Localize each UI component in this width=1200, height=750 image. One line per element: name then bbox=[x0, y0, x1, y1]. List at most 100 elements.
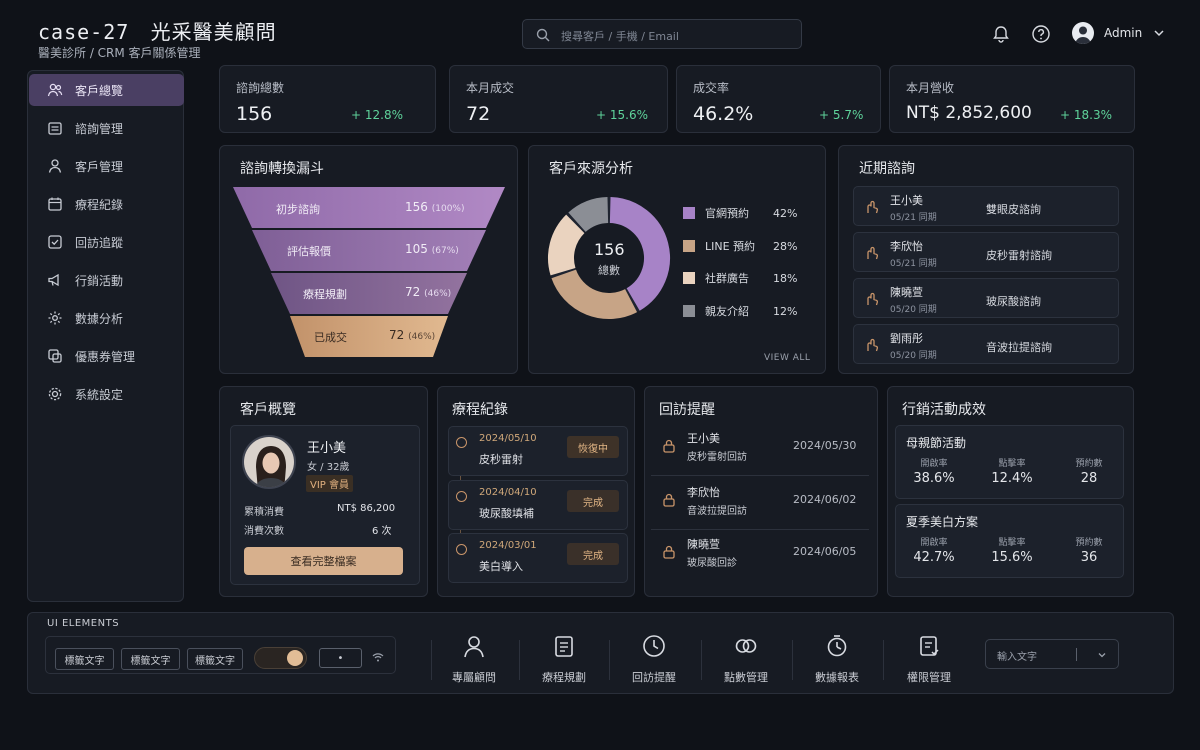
plan-icon bbox=[551, 633, 577, 659]
legend-swatch bbox=[683, 207, 695, 219]
visits-label: 消費次數 bbox=[244, 526, 284, 537]
legend-swatch bbox=[683, 305, 695, 317]
panel-title: 諮詢轉換漏斗 bbox=[240, 161, 324, 177]
sidebar-item-label: 行銷活動 bbox=[75, 273, 124, 288]
customer-name: 王小美 bbox=[307, 441, 347, 456]
funnel-label: 療程規劃 bbox=[303, 288, 347, 301]
timeline-dot bbox=[456, 544, 467, 555]
sidebar: 客戶總覽 諮詢管理 客戶管理 療程紀錄 回訪追蹤 行銷活動 數據分析 優惠券管理… bbox=[27, 70, 184, 602]
wifi-icon[interactable] bbox=[372, 652, 384, 662]
status-badge: 完成 bbox=[567, 543, 619, 565]
divider bbox=[792, 640, 793, 680]
toggle-switch[interactable] bbox=[254, 647, 307, 669]
list-item[interactable]: 2024/05/10 皮秒雷射 恢復中 bbox=[448, 426, 628, 476]
sidebar-item-customers[interactable]: 客戶管理 bbox=[29, 150, 184, 182]
campaign-card[interactable]: 母親節活動 開啟率 38.6% 點擊率 12.4% 預約數 28 bbox=[895, 425, 1124, 499]
sidebar-item-treatments[interactable]: 療程紀錄 bbox=[29, 188, 184, 220]
list-item[interactable]: 陳曉萱 玻尿酸回診 2024/06/05 bbox=[651, 530, 869, 582]
sidebar-item-analytics[interactable]: 數據分析 bbox=[29, 302, 184, 334]
kpi-change: + 15.6% bbox=[596, 108, 648, 122]
status-badge: 恢復中 bbox=[567, 436, 619, 458]
check-square-icon bbox=[47, 234, 63, 250]
tag-chip[interactable]: 標籤文字 bbox=[121, 648, 180, 670]
quick-action-points[interactable]: 點數管理 bbox=[706, 633, 786, 685]
search-input[interactable]: 搜尋客戶 / 手機 / Email bbox=[522, 19, 802, 49]
input-divider bbox=[1076, 648, 1077, 661]
quick-action-plan[interactable]: 療程規劃 bbox=[524, 633, 604, 685]
donut-segment-2 bbox=[551, 269, 638, 319]
tag-chip[interactable]: 標籤文字 bbox=[187, 648, 243, 670]
kpi-label: 諮詢總數 bbox=[236, 81, 285, 95]
sidebar-item-label: 回訪追蹤 bbox=[75, 235, 124, 250]
sidebar-item-followup[interactable]: 回訪追蹤 bbox=[29, 226, 184, 258]
calendar-list-icon bbox=[47, 120, 63, 136]
divider bbox=[431, 640, 432, 680]
search-placeholder: 搜尋客戶 / 手機 / Email bbox=[561, 30, 679, 43]
panel-title: 療程紀錄 bbox=[452, 402, 508, 418]
hand-icon bbox=[864, 291, 880, 307]
brand-code: case-27 bbox=[38, 20, 130, 44]
sidebar-item-customer-overview[interactable]: 客戶總覽 bbox=[29, 74, 184, 106]
visits-value: 6 次 bbox=[372, 526, 392, 537]
text-input[interactable]: 輸入文字 bbox=[985, 639, 1119, 669]
list-item[interactable]: 2024/04/10 玻尿酸填補 完成 bbox=[448, 480, 628, 530]
sidebar-item-consultation[interactable]: 諮詢管理 bbox=[29, 112, 184, 144]
donut-center-value: 156 bbox=[594, 240, 625, 259]
sidebar-item-marketing[interactable]: 行銷活動 bbox=[29, 264, 184, 296]
spend-label: 累積消費 bbox=[244, 507, 284, 518]
users-icon bbox=[47, 82, 63, 98]
list-item[interactable]: 李欣怡 05/21 同期 皮秒雷射諮詢 bbox=[853, 232, 1119, 272]
help-icon[interactable] bbox=[1031, 24, 1051, 44]
kpi-value: 156 bbox=[236, 103, 273, 125]
clock-icon bbox=[641, 633, 667, 659]
stepper-input[interactable]: • bbox=[319, 648, 362, 668]
timeline-dot bbox=[456, 437, 467, 448]
hand-icon bbox=[864, 245, 880, 261]
quick-action-advisor[interactable]: 專屬顧問 bbox=[434, 633, 514, 685]
legend-swatch bbox=[683, 272, 695, 284]
divider bbox=[519, 640, 520, 680]
sidebar-item-label: 諮詢管理 bbox=[75, 121, 124, 136]
funnel-value: 72 (46%) bbox=[405, 285, 452, 299]
funnel-value: 156 (100%) bbox=[405, 200, 465, 214]
list-item[interactable]: 王小美 皮秒雷射回訪 2024/05/30 bbox=[651, 424, 869, 476]
user-menu[interactable]: Admin bbox=[1072, 22, 1166, 44]
avatar bbox=[1072, 22, 1094, 44]
legend-item: 社群廣告 18% bbox=[683, 270, 797, 286]
kpi-card-conversion: 成交率 46.2% + 5.7% bbox=[676, 65, 881, 133]
report-icon bbox=[824, 633, 850, 659]
list-item[interactable]: 王小美 05/21 同期 雙眼皮諮詢 bbox=[853, 186, 1119, 226]
quick-action-reminder[interactable]: 回訪提醒 bbox=[614, 633, 694, 685]
search-icon bbox=[536, 28, 550, 42]
bell-icon[interactable] bbox=[991, 24, 1011, 44]
quick-action-permission[interactable]: 權限管理 bbox=[889, 633, 969, 685]
sidebar-item-coupons[interactable]: 優惠券管理 bbox=[29, 340, 184, 372]
quick-action-report[interactable]: 數據報表 bbox=[797, 633, 877, 685]
campaign-card[interactable]: 夏季美白方案 開啟率 42.7% 點擊率 15.6% 預約數 36 bbox=[895, 504, 1124, 578]
kpi-value: 72 bbox=[466, 103, 491, 125]
list-item[interactable]: 2024/03/01 美白導入 完成 bbox=[448, 533, 628, 583]
panel-title: 回訪提醒 bbox=[659, 402, 715, 418]
view-profile-button[interactable]: 查看完整檔案 bbox=[244, 547, 403, 575]
ui-elements-title: UI ELEMENTS bbox=[47, 618, 120, 629]
vip-badge: VIP 會員 bbox=[306, 475, 353, 492]
list-item[interactable]: 劉雨彤 05/20 同期 音波拉提諮詢 bbox=[853, 324, 1119, 364]
timeline-dot bbox=[456, 491, 467, 502]
divider bbox=[701, 640, 702, 680]
list-item[interactable]: 陳曉萱 05/20 同期 玻尿酸諮詢 bbox=[853, 278, 1119, 318]
text-input-placeholder: 輸入文字 bbox=[997, 652, 1037, 663]
tag-chip[interactable]: 標籤文字 bbox=[55, 648, 114, 670]
list-item[interactable]: 李欣怡 音波拉提回訪 2024/06/02 bbox=[651, 478, 869, 530]
advisor-icon bbox=[461, 633, 487, 659]
kpi-value: NT$ 2,852,600 bbox=[906, 103, 1032, 123]
breadcrumb: 醫美診所 / CRM 客戶關係管理 bbox=[38, 46, 201, 60]
sidebar-item-settings[interactable]: 系統設定 bbox=[29, 378, 184, 410]
donut-center-label: 總數 bbox=[598, 264, 620, 277]
toggle-knob bbox=[287, 650, 303, 666]
chevron-down-icon[interactable] bbox=[1097, 650, 1107, 660]
funnel-label: 初步諮詢 bbox=[276, 203, 320, 216]
divider bbox=[883, 640, 884, 680]
view-all-link[interactable]: VIEW ALL bbox=[764, 353, 810, 363]
legend-item: LINE 預約 28% bbox=[683, 238, 797, 254]
funnel-value: 105 (67%) bbox=[405, 242, 459, 256]
